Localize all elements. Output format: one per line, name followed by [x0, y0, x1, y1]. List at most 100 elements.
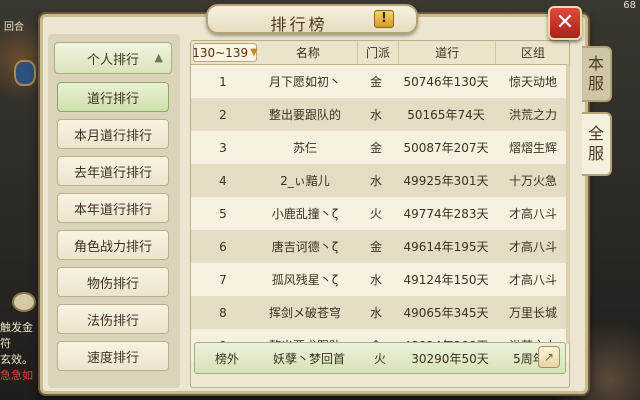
menu-item-label: 物伤排行: [86, 276, 139, 292]
menu-item-this-year-taoism[interactable]: 本年道行排行: [57, 193, 169, 223]
tab-label: 服: [587, 74, 604, 93]
my-name-cell: 妖孽丶梦回首: [272, 351, 345, 366]
taoism-cell: 49614年195天: [403, 240, 489, 254]
school-cell: 金: [369, 240, 382, 254]
name-cell: 唐吉诃德丶ζ: [271, 240, 339, 254]
chat-line: 急急如: [0, 369, 33, 382]
my-school-cell: 火: [373, 351, 386, 366]
menu-item-taoism[interactable]: 道行排行: [57, 82, 169, 112]
rank-cell: 6: [219, 239, 227, 254]
rank-cell: 7: [219, 272, 227, 287]
table-row[interactable]: 1 月下愿如初丶 金 50746年130天 惊天动地: [191, 65, 569, 98]
table-body: 1 月下愿如初丶 金 50746年130天 惊天动地 2 整出要跟队的 水 50…: [191, 65, 569, 362]
close-icon: ✕: [555, 10, 575, 35]
tab-all-servers[interactable]: 全 服: [582, 112, 612, 176]
chat-line: 触发金符: [0, 321, 33, 350]
table-row[interactable]: 4 2_ぃ黯儿 水 49925年301天 十万火急: [191, 164, 569, 197]
ranking-table: 130~139 ▼ 名称 门派 道行 区组 1 月下愿如初丶 金 50746年1…: [190, 40, 570, 388]
menu-item-magic-damage[interactable]: 法伤排行: [57, 304, 169, 334]
menu-item-label: 本月道行排行: [73, 128, 152, 144]
menu-item-label: 速度排行: [86, 350, 139, 366]
name-cell: 苏仨: [292, 141, 317, 155]
chat-icon[interactable]: [12, 292, 36, 312]
tab-label: 全: [587, 124, 604, 143]
school-cell: 水: [369, 108, 382, 122]
rank-cell: 8: [219, 305, 227, 320]
my-rank-cell: 榜外: [214, 351, 239, 366]
school-cell: 水: [369, 273, 382, 287]
category-header[interactable]: 个人排行 ▲: [54, 42, 172, 74]
tab-local-server[interactable]: 本 服: [582, 46, 612, 102]
share-icon[interactable]: ↗: [538, 346, 560, 368]
rank-cell: 4: [219, 173, 227, 188]
menu-item-month-taoism[interactable]: 本月道行排行: [57, 119, 169, 149]
page-title: 排行榜: [270, 15, 328, 34]
school-cell: 金: [369, 141, 382, 155]
taoism-cell: 50087年207天: [403, 141, 489, 155]
level-label: 68: [623, 0, 636, 11]
rank-cell: 1: [219, 74, 227, 89]
menu-item-label: 角色战力排行: [73, 239, 152, 255]
chat-log: 触发金符 玄效。 急急如: [0, 320, 40, 384]
menu-item-combat-power[interactable]: 角色战力排行: [57, 230, 169, 260]
zone-cell: 十万火急: [508, 174, 557, 188]
school-cell: 水: [369, 174, 382, 188]
table-scrollbar[interactable]: [566, 64, 570, 344]
header-name: 名称: [259, 41, 358, 64]
table-row[interactable]: 3 苏仨 金 50087年207天 熠熠生辉: [191, 131, 569, 164]
menu-item-label: 去年道行排行: [73, 165, 152, 181]
name-cell: 孤风残星丶ζ: [271, 273, 339, 287]
taoism-cell: 50746年130天: [403, 75, 489, 89]
rank-cell: 3: [219, 140, 227, 155]
info-icon[interactable]: !: [374, 10, 394, 28]
table-row[interactable]: 8 挥剑メ破苍穹 水 49065年345天 万里长城: [191, 296, 569, 329]
taoism-cell: 49124年150天: [403, 273, 489, 287]
school-cell: 火: [369, 207, 382, 221]
school-cell: 水: [369, 306, 382, 320]
taoism-cell: 49774年283天: [403, 207, 489, 221]
chat-line: 玄效。: [0, 353, 33, 366]
name-cell: 月下愿如初丶: [268, 75, 341, 89]
tab-label: 服: [587, 144, 604, 163]
range-dropdown[interactable]: 130~139 ▼: [192, 43, 258, 62]
menu-item-last-year-taoism[interactable]: 去年道行排行: [57, 156, 169, 186]
taoism-cell: 49925年301天: [403, 174, 489, 188]
rank-cell: 2: [219, 107, 227, 122]
zone-cell: 才高八斗: [508, 240, 557, 254]
name-cell: 整出要跟队的: [268, 108, 341, 122]
menu-item-label: 道行排行: [86, 91, 139, 107]
chevron-down-icon: ▼: [250, 47, 258, 58]
tab-label: 本: [587, 54, 604, 73]
category-label: 个人排行: [86, 52, 139, 68]
table-row[interactable]: 7 孤风残星丶ζ 水 49124年150天 才高八斗: [191, 263, 569, 296]
taoism-cell: 49065年345天: [403, 306, 489, 320]
header-taoism: 道行: [399, 41, 496, 64]
zone-cell: 熠熠生辉: [508, 141, 557, 155]
avatar[interactable]: [14, 60, 36, 86]
my-taoism-cell: 30290年50天: [411, 351, 489, 366]
zone-cell: 惊天动地: [508, 75, 557, 89]
close-button[interactable]: ✕: [548, 6, 582, 40]
header-zone: 区组: [496, 41, 569, 64]
menu-item-speed[interactable]: 速度排行: [57, 341, 169, 371]
zone-cell: 才高八斗: [508, 273, 557, 287]
taoism-cell: 50165年74天: [407, 108, 485, 122]
table-row[interactable]: 5 小鹿乱撞丶ζ 火 49774年283天 才高八斗: [191, 197, 569, 230]
header-school: 门派: [358, 41, 400, 64]
round-label: 回合: [4, 22, 24, 33]
table-row[interactable]: 2 整出要跟队的 水 50165年74天 洪荒之力: [191, 98, 569, 131]
my-rank-row: 榜外 妖孽丶梦回首 火 30290年50天 5周年: [194, 342, 566, 374]
zone-cell: 才高八斗: [508, 207, 557, 221]
table-header: 130~139 ▼ 名称 门派 道行 区组: [191, 41, 569, 65]
title-plate: 排行榜 !: [206, 4, 418, 34]
menu-item-physical-damage[interactable]: 物伤排行: [57, 267, 169, 297]
table-row[interactable]: 6 唐吉诃德丶ζ 金 49614年195天 才高八斗: [191, 230, 569, 263]
zone-cell: 万里长城: [508, 306, 557, 320]
rank-cell: 5: [219, 206, 227, 221]
name-cell: 挥剑メ破苍穹: [268, 306, 341, 320]
menu-item-label: 法伤排行: [86, 313, 139, 329]
name-cell: 2_ぃ黯儿: [280, 174, 330, 188]
name-cell: 小鹿乱撞丶ζ: [271, 207, 339, 221]
zone-cell: 洪荒之力: [508, 108, 557, 122]
menu-item-label: 本年道行排行: [73, 202, 152, 218]
